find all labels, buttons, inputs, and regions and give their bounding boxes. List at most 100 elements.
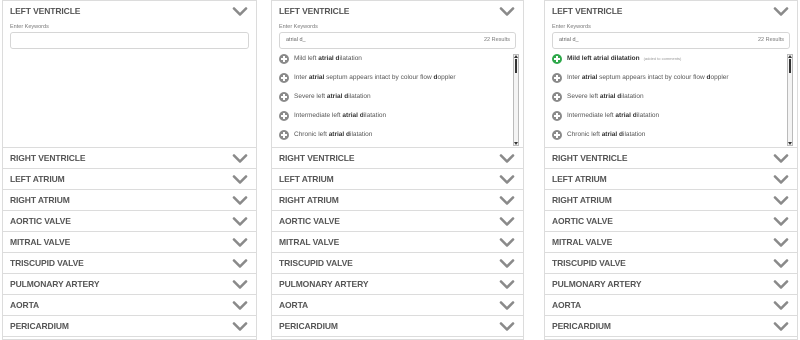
accordion-panel: LEFT VENTRICLE Enter Keywords atrial d_ 22 … xyxy=(271,0,524,340)
result-item[interactable]: Severe left atrial dilatation xyxy=(279,92,519,111)
chevron-down-icon[interactable] xyxy=(773,301,789,311)
section-header-right-ventricle[interactable]: RIGHT VENTRICLE xyxy=(545,148,797,169)
result-item[interactable]: Inter atrial septum appears intact by co… xyxy=(279,73,519,92)
chevron-down-icon[interactable] xyxy=(232,175,248,185)
scroll-up-arrow-icon[interactable] xyxy=(514,55,518,58)
chevron-down-icon[interactable] xyxy=(773,238,789,248)
chevron-down-icon[interactable] xyxy=(499,217,515,227)
section-header-right-ventricle[interactable]: RIGHT VENTRICLE xyxy=(272,148,523,169)
section-header-pericardium[interactable]: PERICARDIUM xyxy=(545,316,797,337)
plus-circle-icon[interactable] xyxy=(279,111,289,121)
result-text: Severe left xyxy=(294,93,327,100)
chevron-down-icon[interactable] xyxy=(232,301,248,311)
plus-circle-icon[interactable] xyxy=(552,73,562,83)
section-header-pulmonary-artery[interactable]: PULMONARY ARTERY xyxy=(272,274,523,295)
result-item[interactable]: Chronic left atrial dilatation xyxy=(279,130,519,146)
plus-circle-icon[interactable] xyxy=(552,54,562,64)
chevron-down-icon[interactable] xyxy=(232,259,248,269)
result-item[interactable]: Severe left atrial dilatation xyxy=(552,92,793,111)
section-header-pericardium[interactable]: PERICARDIUM xyxy=(272,316,523,337)
chevron-down-icon[interactable] xyxy=(773,196,789,206)
plus-circle-icon[interactable] xyxy=(552,111,562,121)
result-item[interactable]: Chronic left atrial dilatation xyxy=(552,130,793,146)
chevron-down-icon[interactable] xyxy=(773,175,789,185)
plus-circle-icon[interactable] xyxy=(279,54,289,64)
section-header-right-atrium[interactable]: RIGHT ATRIUM xyxy=(272,190,523,211)
section-header-right-atrium[interactable]: RIGHT ATRIUM xyxy=(545,190,797,211)
chevron-down-icon[interactable] xyxy=(499,259,515,269)
plus-circle-icon[interactable] xyxy=(279,130,289,140)
chevron-down-icon[interactable] xyxy=(773,154,789,164)
section-header-pulmonary-artery[interactable]: PULMONARY ARTERY xyxy=(545,274,797,295)
chevron-down-icon[interactable] xyxy=(499,322,515,332)
section-header-left-atrium[interactable]: LEFT ATRIUM xyxy=(272,169,523,190)
result-item[interactable]: Inter atrial septum appears intact by co… xyxy=(552,73,793,92)
section-header-mitral-valve[interactable]: MITRAL VALVE xyxy=(272,232,523,253)
section-header-left-atrium[interactable]: LEFT ATRIUM xyxy=(3,169,256,190)
section-header-pulmonary-artery[interactable]: PULMONARY ARTERY xyxy=(3,274,256,295)
section-header-aortic-valve[interactable]: AORTIC VALVE xyxy=(545,211,797,232)
chevron-down-icon[interactable] xyxy=(232,280,248,290)
results-scrollbar[interactable] xyxy=(787,54,793,146)
result-item[interactable]: Mild left atrial dilatation (added to com… xyxy=(552,54,793,73)
scroll-thumb[interactable] xyxy=(789,59,791,73)
chevron-down-icon[interactable] xyxy=(773,7,789,17)
section-header-pericardium[interactable]: PERICARDIUM xyxy=(3,316,256,337)
chevron-down-icon[interactable] xyxy=(232,154,248,164)
section-header-triscupid-valve[interactable]: TRISCUPID VALVE xyxy=(545,253,797,274)
section-header-mitral-valve[interactable]: MITRAL VALVE xyxy=(545,232,797,253)
section-header-mitral-valve[interactable]: MITRAL VALVE xyxy=(3,232,256,253)
section-header-aorta[interactable]: AORTA xyxy=(3,295,256,316)
keywords-search-input[interactable] xyxy=(10,32,249,49)
chevron-down-icon[interactable] xyxy=(232,217,248,227)
result-text: Chronic left xyxy=(567,131,602,138)
section-header-aorta[interactable]: AORTA xyxy=(272,295,523,316)
section-header-aortic-valve[interactable]: AORTIC VALVE xyxy=(3,211,256,232)
results-scrollbar[interactable] xyxy=(513,54,519,146)
keywords-search-input[interactable]: atrial d_ 22 Results xyxy=(552,32,790,49)
chevron-down-icon[interactable] xyxy=(499,7,515,17)
section-header-left-atrium[interactable]: LEFT ATRIUM xyxy=(545,169,797,190)
chevron-down-icon[interactable] xyxy=(773,322,789,332)
chevron-down-icon[interactable] xyxy=(773,259,789,269)
chevron-down-icon[interactable] xyxy=(499,196,515,206)
plus-circle-icon[interactable] xyxy=(279,92,289,102)
scroll-up-arrow-icon[interactable] xyxy=(788,55,792,58)
section-title: TRISCUPID VALVE xyxy=(279,258,353,268)
result-item[interactable]: Mild left atrial dilatation xyxy=(279,54,519,73)
plus-circle-icon[interactable] xyxy=(552,92,562,102)
chevron-down-icon[interactable] xyxy=(499,154,515,164)
section-title: MITRAL VALVE xyxy=(552,237,613,247)
scroll-thumb[interactable] xyxy=(515,59,517,73)
chevron-down-icon[interactable] xyxy=(232,196,248,206)
chevron-down-icon[interactable] xyxy=(232,238,248,248)
section-header-right-ventricle[interactable]: RIGHT VENTRICLE xyxy=(3,148,256,169)
result-item[interactable]: Intermediate left atrial dilatation xyxy=(279,111,519,130)
chevron-down-icon[interactable] xyxy=(499,280,515,290)
section-title: AORTA xyxy=(279,300,309,310)
section-header-triscupid-valve[interactable]: TRISCUPID VALVE xyxy=(272,253,523,274)
section-header-left-ventricle[interactable]: LEFT VENTRICLE xyxy=(3,1,256,21)
plus-circle-icon[interactable] xyxy=(279,73,289,83)
section-header-triscupid-valve[interactable]: TRISCUPID VALVE xyxy=(3,253,256,274)
chevron-down-icon[interactable] xyxy=(773,217,789,227)
chevron-down-icon[interactable] xyxy=(499,175,515,185)
plus-circle-icon[interactable] xyxy=(552,130,562,140)
chevron-down-icon[interactable] xyxy=(499,238,515,248)
result-text: oppler xyxy=(710,74,729,81)
scroll-down-arrow-icon[interactable] xyxy=(788,142,792,145)
result-item[interactable]: Intermediate left atrial dilatation xyxy=(552,111,793,130)
section-header-aortic-valve[interactable]: AORTIC VALVE xyxy=(272,211,523,232)
section-header-left-ventricle[interactable]: LEFT VENTRICLE xyxy=(545,1,797,21)
chevron-down-icon[interactable] xyxy=(232,7,248,17)
section-header-aorta[interactable]: AORTA xyxy=(545,295,797,316)
section-header-right-atrium[interactable]: RIGHT ATRIUM xyxy=(3,190,256,211)
chevron-down-icon[interactable] xyxy=(499,301,515,311)
scroll-down-arrow-icon[interactable] xyxy=(514,142,518,145)
keywords-search-input[interactable]: atrial d_ 22 Results xyxy=(279,32,516,49)
result-match: atrial xyxy=(581,74,598,81)
section-header-left-ventricle[interactable]: LEFT VENTRICLE xyxy=(272,1,523,21)
chevron-down-icon[interactable] xyxy=(232,322,248,332)
chevron-down-icon[interactable] xyxy=(773,280,789,290)
section-title: LEFT ATRIUM xyxy=(279,174,334,184)
